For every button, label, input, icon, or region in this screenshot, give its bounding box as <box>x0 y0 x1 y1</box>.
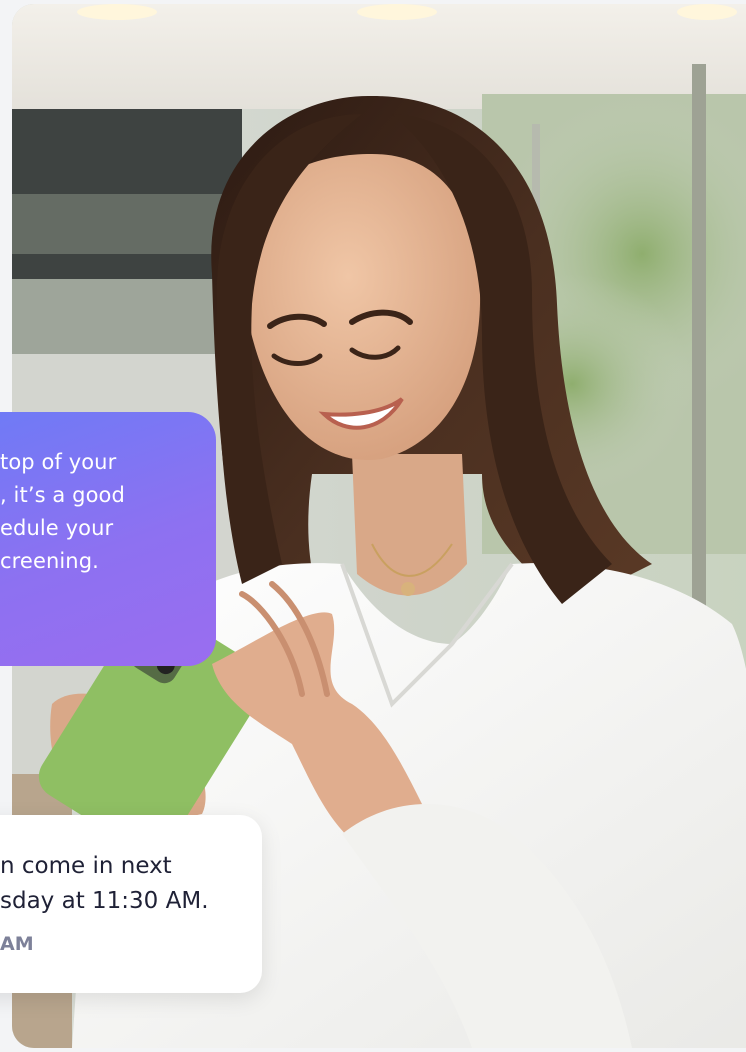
chat-bubble-reminder: top of your , it’s a good edule your cre… <box>0 412 216 666</box>
marketing-hero-image: top of your , it’s a good edule your cre… <box>0 0 746 1052</box>
chat-bubble-reminder-line-4: creening. <box>0 549 99 573</box>
chat-bubble-reminder-line-3: edule your <box>0 516 114 540</box>
chat-bubble-reminder-line-1: top of your <box>0 450 117 474</box>
chat-bubble-reply-line-1: n come in next <box>0 853 172 879</box>
chat-bubble-reminder-line-2: , it’s a good <box>0 483 125 507</box>
chat-bubble-reply-time: AM <box>0 933 34 955</box>
chat-bubble-reply-line-2: sday at 11:30 AM. <box>0 888 209 914</box>
chat-bubble-reply: n come in next sday at 11:30 AM. AM <box>0 815 262 993</box>
